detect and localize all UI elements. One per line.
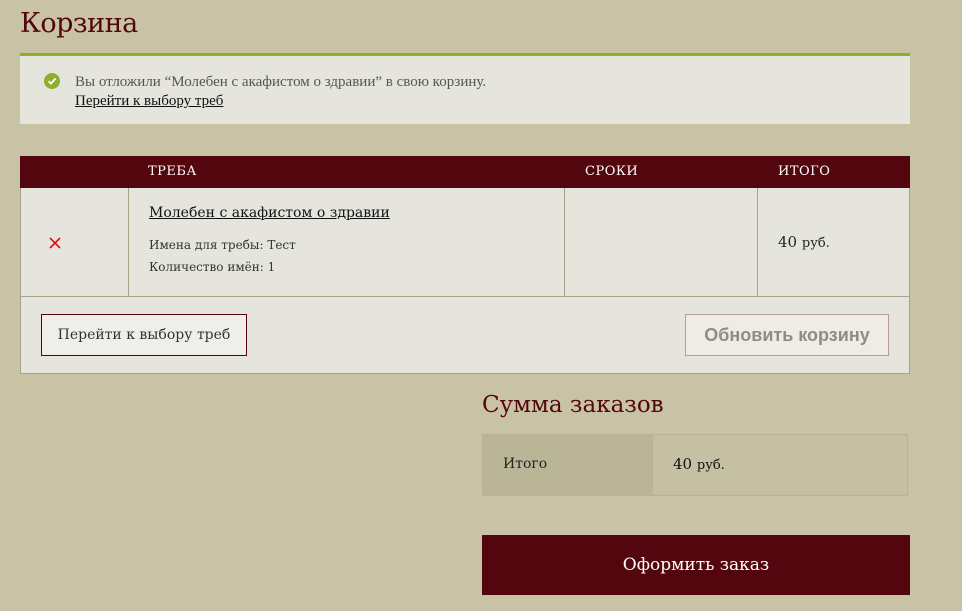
product-name-link[interactable]: Молебен с акафистом о здравии <box>149 205 390 221</box>
notice-message: Вы отложили “Молебен с акафистом о здрав… <box>75 74 487 90</box>
column-header-itogo: ИТОГО <box>778 164 831 179</box>
column-header-sroki: СРОКИ <box>585 164 639 179</box>
page-title: Корзина <box>20 8 138 39</box>
check-circle-icon <box>44 73 60 89</box>
update-cart-button[interactable]: Обновить корзину <box>685 314 889 356</box>
cart-notice: Вы отложили “Молебен с акафистом о здрав… <box>20 53 910 124</box>
notice-choose-link[interactable]: Перейти к выбору треб <box>75 93 223 110</box>
line-total: 40 руб. <box>778 233 830 251</box>
line-total-currency: руб. <box>801 236 830 251</box>
column-divider <box>128 188 129 297</box>
column-divider <box>757 188 758 297</box>
totals-box: Итого 40 руб. <box>482 434 908 496</box>
choose-services-button[interactable]: Перейти к выбору треб <box>41 314 247 356</box>
totals-label-cell: Итого <box>483 435 653 495</box>
product-count-line: Количество имён: 1 <box>149 260 276 274</box>
totals-currency: руб. <box>696 458 725 473</box>
checkout-button[interactable]: Оформить заказ <box>482 535 910 595</box>
totals-title: Сумма заказов <box>482 392 664 418</box>
cart-table-header: ТРЕБА СРОКИ ИТОГО <box>20 156 910 188</box>
totals-label: Итого <box>503 456 548 472</box>
remove-item-icon[interactable] <box>45 233 65 253</box>
totals-value: 40 руб. <box>673 455 725 473</box>
product-names-line: Имена для требы: Тест <box>149 238 296 252</box>
column-divider <box>564 188 565 297</box>
column-header-treba: ТРЕБА <box>148 164 197 179</box>
row-divider <box>21 296 909 297</box>
cart-table: ТРЕБА СРОКИ ИТОГО Молебен с акафистом о … <box>20 156 910 374</box>
totals-amount: 40 <box>673 455 693 473</box>
line-total-amount: 40 <box>778 233 798 251</box>
